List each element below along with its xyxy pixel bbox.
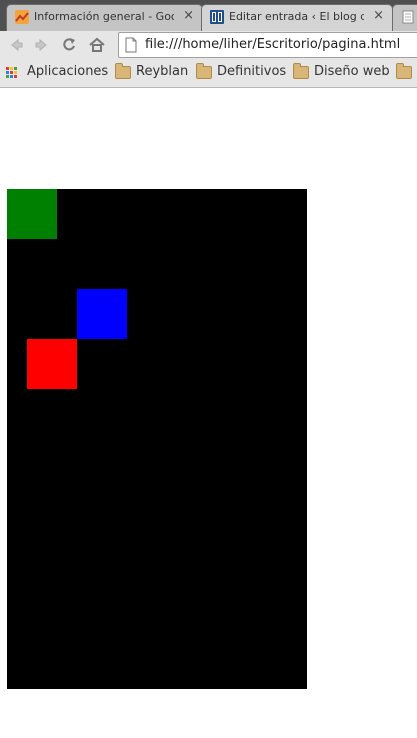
apps-icon — [6, 67, 18, 79]
close-icon[interactable]: × — [183, 8, 194, 23]
bookmark-label: Reyblan — [136, 64, 189, 79]
tab-blank[interactable] — [392, 4, 417, 31]
tab-title: Editar entrada ‹ El blog de — [229, 10, 364, 23]
tab-strip: Información general - Goo × Editar entra… — [0, 0, 417, 31]
home-icon[interactable] — [86, 34, 108, 56]
bookmark-reyblan[interactable]: Reyblan — [115, 63, 190, 82]
bookmark-overflow[interactable] — [396, 63, 417, 82]
bookmark-label: Aplicaciones — [27, 64, 109, 79]
bookmarks-bar: Aplicaciones Reyblan Definitivos Diseño … — [0, 59, 417, 88]
tab-informacion-general[interactable]: Información general - Goo × — [6, 4, 203, 31]
back-icon[interactable] — [5, 34, 27, 56]
blogger-icon — [210, 10, 224, 24]
folder-icon — [115, 63, 131, 79]
bookmark-label: Diseño web — [314, 64, 390, 79]
analytics-icon — [15, 10, 29, 24]
url-text[interactable]: file:///home/liher/Escritorio/pagina.htm… — [145, 37, 400, 52]
red-block — [27, 339, 77, 389]
bookmark-definitivos[interactable]: Definitivos — [196, 63, 288, 82]
bookmark-diseno-web[interactable]: Diseño web — [293, 63, 390, 82]
game-canvas[interactable] — [7, 189, 307, 689]
close-icon[interactable]: × — [373, 8, 384, 23]
blue-block — [77, 289, 127, 339]
bookmark-label: Definitivos — [217, 64, 287, 79]
folder-icon — [396, 63, 412, 79]
tab-editar-entrada[interactable]: Editar entrada ‹ El blog de × — [201, 4, 393, 31]
folder-icon — [196, 63, 212, 79]
tab-title: Información general - Goo — [34, 10, 174, 23]
reload-icon[interactable] — [58, 34, 80, 56]
green-block — [7, 189, 57, 239]
folder-icon — [293, 63, 309, 79]
forward-icon[interactable] — [31, 34, 53, 56]
page-icon — [402, 10, 414, 24]
bookmark-aplicaciones[interactable]: Aplicaciones — [6, 64, 109, 82]
page-icon — [125, 37, 137, 53]
address-bar[interactable]: file:///home/liher/Escritorio/pagina.htm… — [118, 32, 417, 58]
